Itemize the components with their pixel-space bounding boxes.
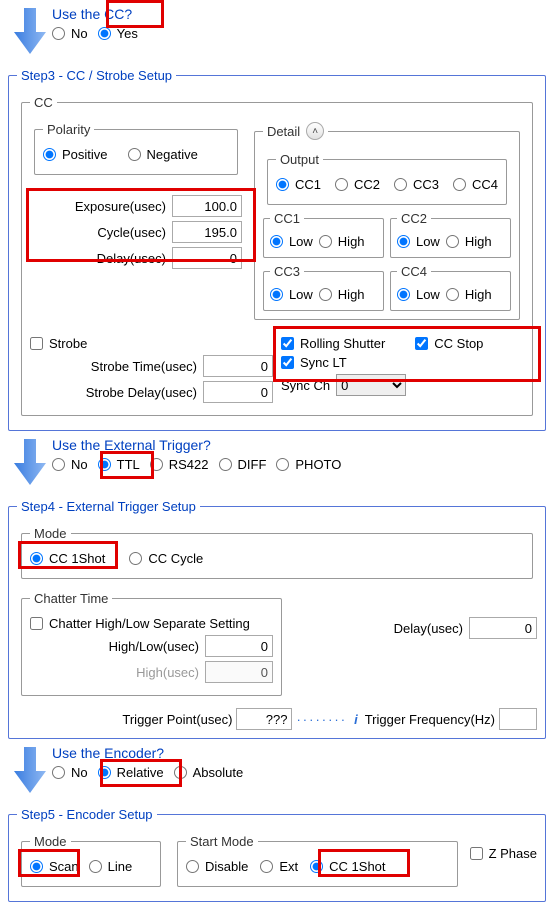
- cc1-fieldset: CC1LowHigh: [263, 211, 384, 258]
- step5-legend: Step5 - Encoder Setup: [17, 807, 157, 822]
- step4-delay-label: Delay(usec): [394, 621, 463, 636]
- cycle-input[interactable]: [172, 221, 242, 243]
- chatter-legend: Chatter Time: [30, 591, 112, 606]
- triggerpt-label: Trigger Point(usec): [122, 712, 232, 727]
- cc-legend: CC: [30, 95, 57, 110]
- cc3-low[interactable]: Low: [270, 287, 313, 302]
- enc-relative[interactable]: Relative: [98, 765, 164, 780]
- strobe-delay-input[interactable]: [203, 381, 273, 403]
- enc-mode-line[interactable]: Line: [89, 859, 133, 874]
- ext-diff[interactable]: DIFF: [219, 457, 267, 472]
- output-cc1[interactable]: CC1: [276, 177, 321, 192]
- ext-ttl[interactable]: TTL: [98, 457, 140, 472]
- step3-legend: Step3 - CC / Strobe Setup: [17, 68, 176, 83]
- output-cc3[interactable]: CC3: [394, 177, 439, 192]
- zphase-checkbox[interactable]: Z Phase: [470, 846, 537, 861]
- step3-fieldset: Step3 - CC / Strobe Setup CC Polarity Po…: [8, 68, 546, 431]
- start-cc1shot[interactable]: CC 1Shot: [310, 859, 385, 874]
- polarity-legend: Polarity: [43, 122, 94, 137]
- exposure-label: Exposure(usec): [75, 199, 166, 214]
- use-cc-no[interactable]: No: [52, 26, 88, 41]
- step5-start-fieldset: Start Mode Disable Ext CC 1Shot: [177, 834, 458, 887]
- cc4-low[interactable]: Low: [397, 287, 440, 302]
- mode-cc1shot[interactable]: CC 1Shot: [30, 551, 105, 566]
- output-fieldset: Output CC1 CC2 CC3 CC4: [267, 152, 507, 205]
- high-label: High(usec): [136, 665, 199, 680]
- dotted-separator: ········: [296, 712, 347, 727]
- strobe-time-label: Strobe Time(usec): [91, 359, 197, 374]
- step4-mode-fieldset: Mode CC 1Shot CC Cycle: [21, 526, 533, 579]
- cc3-high[interactable]: High: [319, 287, 365, 302]
- ext-rs422[interactable]: RS422: [150, 457, 209, 472]
- chatter-separate-checkbox[interactable]: Chatter High/Low Separate Setting: [30, 616, 250, 631]
- output-cc4[interactable]: CC4: [453, 177, 498, 192]
- step5-fieldset: Step5 - Encoder Setup Mode Scan Line Sta…: [8, 807, 546, 902]
- step5-mode-fieldset: Mode Scan Line: [21, 834, 161, 887]
- high-input: [205, 661, 273, 683]
- rolling-shutter-checkbox[interactable]: Rolling Shutter: [281, 336, 385, 351]
- arrow-down-icon: [10, 439, 50, 487]
- polarity-negative[interactable]: Negative: [128, 147, 198, 162]
- use-ext-question: Use the External Trigger?: [52, 437, 550, 453]
- arrow-down-icon: [10, 8, 50, 56]
- step4-mode-legend: Mode: [30, 526, 71, 541]
- strobe-time-input[interactable]: [203, 355, 273, 377]
- highlow-input[interactable]: [205, 635, 273, 657]
- start-ext[interactable]: Ext: [260, 859, 298, 874]
- sync-ch-select[interactable]: 0: [336, 374, 406, 396]
- highlow-label: High/Low(usec): [109, 639, 199, 654]
- cc-fieldset: CC Polarity Positive Negative Exposure(u…: [21, 95, 533, 416]
- cc-delay-input[interactable]: [172, 247, 242, 269]
- use-cc-question: Use the CC?: [52, 6, 550, 22]
- freq-input[interactable]: [499, 708, 537, 730]
- detail-label: Detail: [267, 124, 300, 139]
- enc-absolute[interactable]: Absolute: [174, 765, 244, 780]
- chatter-fieldset: Chatter Time Chatter High/Low Separate S…: [21, 591, 282, 696]
- cc2-low[interactable]: Low: [397, 234, 440, 249]
- cc1-low[interactable]: Low: [270, 234, 313, 249]
- cycle-label: Cycle(usec): [97, 225, 166, 240]
- enc-mode-scan[interactable]: Scan: [30, 859, 79, 874]
- mode-cccycle[interactable]: CC Cycle: [129, 551, 203, 566]
- strobe-checkbox[interactable]: Strobe: [30, 336, 87, 351]
- ext-photo[interactable]: PHOTO: [276, 457, 341, 472]
- sync-lt-checkbox[interactable]: Sync LT: [281, 355, 347, 370]
- step4-legend: Step4 - External Trigger Setup: [17, 499, 200, 514]
- output-cc2[interactable]: CC2: [335, 177, 380, 192]
- freq-label: Trigger Frequency(Hz): [365, 712, 495, 727]
- strobe-delay-label: Strobe Delay(usec): [86, 385, 197, 400]
- cc-delay-label: Delay(usec): [97, 251, 166, 266]
- use-cc-yes[interactable]: Yes: [98, 26, 138, 41]
- cc2-fieldset: CC2LowHigh: [390, 211, 511, 258]
- info-icon: i: [351, 712, 361, 727]
- detail-fieldset: Detail ˄ Output CC1 CC2 CC3 CC4 CC1 Low: [254, 122, 520, 320]
- cc3-fieldset: CC3LowHigh: [263, 264, 384, 311]
- start-disable[interactable]: Disable: [186, 859, 248, 874]
- cc1-high[interactable]: High: [319, 234, 365, 249]
- collapse-up-icon[interactable]: ˄: [306, 122, 324, 140]
- use-enc-question: Use the Encoder?: [52, 745, 550, 761]
- triggerpt-input[interactable]: [236, 708, 292, 730]
- cc4-high[interactable]: High: [446, 287, 492, 302]
- output-legend: Output: [276, 152, 323, 167]
- cc-stop-checkbox[interactable]: CC Stop: [415, 336, 483, 351]
- ext-no[interactable]: No: [52, 457, 88, 472]
- step4-fieldset: Step4 - External Trigger Setup Mode CC 1…: [8, 499, 546, 739]
- cc2-high[interactable]: High: [446, 234, 492, 249]
- step5-start-legend: Start Mode: [186, 834, 258, 849]
- exposure-input[interactable]: [172, 195, 242, 217]
- step4-delay-input[interactable]: [469, 617, 537, 639]
- polarity-fieldset: Polarity Positive Negative: [34, 122, 238, 175]
- polarity-positive[interactable]: Positive: [43, 147, 108, 162]
- cc4-fieldset: CC4LowHigh: [390, 264, 511, 311]
- arrow-down-icon: [10, 747, 50, 795]
- enc-no[interactable]: No: [52, 765, 88, 780]
- step5-mode-legend: Mode: [30, 834, 71, 849]
- sync-ch-label: Sync Ch: [281, 378, 330, 393]
